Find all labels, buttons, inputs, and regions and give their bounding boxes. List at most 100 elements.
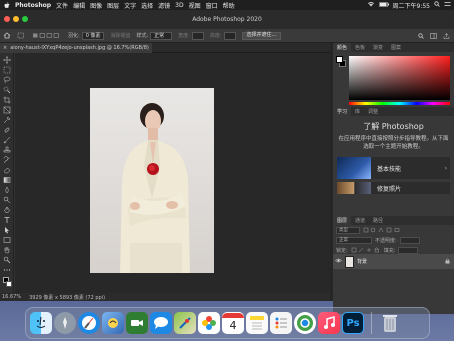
crop-tool-icon[interactable]	[2, 96, 11, 104]
tab-gradients[interactable]: 渐变	[369, 43, 387, 52]
zoom-tool-icon[interactable]	[2, 256, 11, 264]
tab-adjustments[interactable]: 调整	[364, 107, 382, 116]
learn-card-basic-skills[interactable]: 基本技能 ›	[337, 157, 450, 179]
brush-tool-icon[interactable]	[2, 136, 11, 144]
facetime-icon[interactable]	[126, 312, 148, 334]
eye-icon[interactable]	[335, 258, 342, 265]
reminders-icon[interactable]	[270, 312, 292, 334]
feather-control[interactable]: 羽化: 0 像素	[68, 31, 105, 40]
search-icon[interactable]	[418, 32, 424, 39]
maps-icon[interactable]	[174, 312, 196, 334]
tab-learn[interactable]: 学习	[333, 107, 352, 116]
zoom-level[interactable]: 16.67%	[2, 294, 21, 300]
selection-mode-icons[interactable]	[32, 32, 62, 39]
canvas-area[interactable]	[15, 53, 330, 293]
layer-row-background[interactable]: 背景	[333, 254, 454, 269]
finder-icon[interactable]	[30, 312, 52, 334]
tab-channels[interactable]: 通道	[351, 216, 369, 225]
home-icon[interactable]	[3, 32, 11, 39]
width-input[interactable]	[191, 31, 204, 40]
menu-edit[interactable]: 编辑	[73, 1, 85, 10]
messages-icon[interactable]	[150, 312, 172, 334]
launchpad-icon[interactable]	[54, 312, 76, 334]
height-control[interactable]: 高度:	[210, 31, 236, 40]
blur-tool-icon[interactable]	[2, 186, 11, 194]
music-icon[interactable]	[318, 312, 340, 334]
minimize-window-button[interactable]	[13, 16, 19, 22]
document-tab-title[interactable]: aiony-haust-lXYxqP4zejo-unsplash.jpg @ 1…	[10, 45, 149, 51]
layer-kind-filter[interactable]: 类型	[336, 226, 360, 234]
notes-icon[interactable]	[246, 312, 268, 334]
menu-type[interactable]: 文字	[124, 1, 136, 10]
document-tab[interactable]: × aiony-haust-lXYxqP4zejo-unsplash.jpg @…	[0, 42, 152, 53]
battery-icon[interactable]	[378, 1, 389, 9]
document-image[interactable]	[90, 88, 214, 273]
feather-input[interactable]: 0 像素	[81, 31, 105, 40]
quick-select-tool-icon[interactable]	[2, 86, 11, 94]
lasso-tool-icon[interactable]	[2, 76, 11, 84]
menu-layer[interactable]: 图层	[107, 1, 119, 10]
browser-icon[interactable]	[294, 312, 316, 334]
safari-icon[interactable]	[78, 312, 100, 334]
hand-tool-icon[interactable]	[2, 246, 11, 254]
tab-color[interactable]: 颜色	[333, 43, 352, 52]
type-tool-icon[interactable]	[2, 216, 11, 224]
gradient-tool-icon[interactable]	[2, 176, 11, 184]
tab-patterns[interactable]: 图案	[387, 43, 405, 52]
workspace-icon[interactable]	[430, 32, 437, 39]
trash-icon[interactable]	[379, 312, 401, 334]
healing-brush-icon[interactable]	[2, 126, 11, 134]
close-window-button[interactable]	[4, 16, 10, 22]
apple-icon[interactable]	[3, 1, 10, 9]
menubar-clock[interactable]: 周二下午9:55	[393, 1, 430, 10]
document-tab-close[interactable]: ×	[3, 45, 7, 51]
style-control[interactable]: 样式: 正常	[136, 31, 173, 40]
search-icon[interactable]	[434, 1, 440, 9]
tab-swatches[interactable]: 色板	[351, 43, 369, 52]
pen-tool-icon[interactable]	[2, 206, 11, 214]
menu-photoshop[interactable]: Photoshop	[15, 2, 51, 9]
tab-libraries[interactable]: 库	[351, 107, 364, 116]
foreground-color-swatch[interactable]	[336, 56, 343, 63]
eraser-tool-icon[interactable]	[2, 166, 11, 174]
style-select[interactable]: 正常	[150, 31, 173, 40]
marquee-tool-icon[interactable]	[17, 32, 26, 39]
menu-3d[interactable]: 3D	[175, 2, 183, 9]
move-tool-icon[interactable]	[2, 56, 11, 64]
photos-app-icon[interactable]	[198, 312, 220, 334]
tab-paths[interactable]: 路径	[369, 216, 387, 225]
marquee-tool-icon[interactable]	[2, 66, 11, 74]
learn-card-fix-photo[interactable]: 修复照片	[337, 182, 450, 194]
more-tools-icon[interactable]	[2, 266, 11, 274]
rectangle-tool-icon[interactable]	[2, 236, 11, 244]
menu-image[interactable]: 图像	[90, 1, 102, 10]
antialias-checkbox[interactable]: 消除锯齿	[110, 32, 130, 39]
hue-slider[interactable]	[349, 102, 450, 105]
dodge-tool-icon[interactable]	[2, 196, 11, 204]
menu-select[interactable]: 选择	[141, 1, 153, 10]
select-and-mask-button[interactable]: 选择并遮住...	[241, 31, 282, 40]
photos-icon[interactable]	[102, 312, 124, 334]
lock-icons[interactable]	[351, 247, 381, 253]
menu-window[interactable]: 窗口	[206, 1, 218, 10]
document-dimensions[interactable]: 3929 像素 x 5893 像素 (72 ppi)	[29, 294, 105, 301]
clone-stamp-icon[interactable]	[2, 146, 11, 154]
menu-view[interactable]: 视图	[189, 1, 201, 10]
photoshop-icon[interactable]: Ps	[342, 312, 364, 334]
tab-layers[interactable]: 图层	[333, 216, 352, 225]
layer-name[interactable]: 背景	[357, 258, 367, 265]
color-picker-field[interactable]	[349, 56, 450, 100]
width-control[interactable]: 宽度:	[178, 31, 204, 40]
zoom-window-button[interactable]	[22, 16, 28, 22]
layer-filter-icons[interactable]	[363, 227, 403, 233]
blend-mode-select[interactable]: 正常	[336, 236, 372, 244]
fill-input[interactable]	[398, 246, 419, 254]
calendar-icon[interactable]: 4	[222, 312, 244, 334]
foreground-background-color-icon[interactable]	[2, 276, 12, 288]
menu-file[interactable]: 文件	[56, 1, 68, 10]
wifi-icon[interactable]	[367, 1, 375, 9]
control-center-icon[interactable]	[444, 1, 451, 9]
menu-help[interactable]: 帮助	[223, 1, 235, 10]
frame-tool-icon[interactable]	[2, 106, 11, 114]
path-selection-icon[interactable]	[2, 226, 11, 234]
